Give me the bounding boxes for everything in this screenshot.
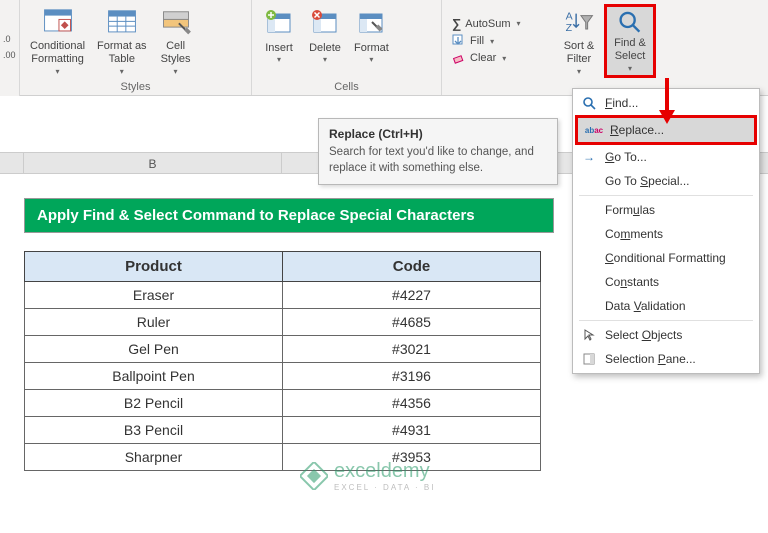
col-b-header[interactable]: B — [24, 153, 282, 173]
table-row[interactable]: Eraser#4227 — [25, 282, 541, 309]
editing-small-stack: ∑AutoSum▾ Fill▾ Clear▾ — [446, 13, 556, 68]
decrease-decimal-icon[interactable]: .00 — [3, 50, 16, 60]
increase-decimal-icon[interactable]: .0 — [3, 34, 11, 44]
cells-group-label: Cells — [256, 79, 437, 95]
clear-button[interactable]: Clear▾ — [450, 50, 552, 66]
cell-code[interactable]: #4685 — [283, 309, 541, 336]
table-row[interactable]: Ballpoint Pen#3196 — [25, 363, 541, 390]
replace-tooltip: Replace (Ctrl+H) Search for text you'd l… — [318, 118, 558, 185]
svg-text:A: A — [566, 10, 574, 22]
sheet-title-cell[interactable]: Apply Find & Select Command to Replace S… — [24, 198, 554, 233]
ribbon-group-editing: ∑AutoSum▾ Fill▾ Clear▾ AZ Sort &Filter▾ … — [442, 0, 768, 95]
table-row[interactable]: B3 Pencil#4931 — [25, 417, 541, 444]
format-as-table-icon — [105, 6, 139, 39]
sigma-icon: ∑ — [452, 16, 461, 31]
search-icon — [581, 95, 597, 111]
sort-filter-icon: AZ — [562, 6, 596, 39]
styles-group-label: Styles — [24, 79, 247, 95]
menu-formulas[interactable]: Formulas — [573, 198, 759, 222]
find-select-menu: Find... abac Replace... → Go To... Go To… — [572, 88, 760, 374]
menu-conditional-formatting[interactable]: Conditional Formatting — [573, 246, 759, 270]
sort-filter-button[interactable]: AZ Sort &Filter▾ — [556, 4, 602, 78]
menu-constants[interactable]: Constants — [573, 270, 759, 294]
cell-code[interactable]: #4356 — [283, 390, 541, 417]
table-row[interactable]: Sharpner#3953 — [25, 444, 541, 471]
menu-goto[interactable]: → Go To... — [573, 145, 759, 169]
cell-product[interactable]: Eraser — [25, 282, 283, 309]
delete-icon — [308, 6, 342, 40]
insert-icon — [262, 6, 296, 40]
ribbon-group-styles: ConditionalFormatting▾ Format asTable▾ C… — [20, 0, 252, 95]
menu-separator — [579, 320, 753, 321]
table-row[interactable]: Ruler#4685 — [25, 309, 541, 336]
red-arrow-annotation — [656, 78, 678, 126]
cell-code[interactable]: #3021 — [283, 336, 541, 363]
fill-button[interactable]: Fill▾ — [450, 33, 552, 49]
cell-product[interactable]: Ruler — [25, 309, 283, 336]
watermark-icon — [300, 462, 328, 490]
data-table: Product Code Eraser#4227Ruler#4685Gel Pe… — [24, 251, 541, 471]
menu-comments[interactable]: Comments — [573, 222, 759, 246]
autosum-button[interactable]: ∑AutoSum▾ — [450, 15, 552, 32]
insert-button[interactable]: Insert▾ — [256, 4, 302, 78]
cell-code[interactable]: #3196 — [283, 363, 541, 390]
cursor-icon — [581, 327, 597, 343]
replace-icon: abac — [586, 122, 602, 138]
cell-product[interactable]: Ballpoint Pen — [25, 363, 283, 390]
tooltip-title: Replace (Ctrl+H) — [329, 127, 547, 141]
cell-product[interactable]: Gel Pen — [25, 336, 283, 363]
menu-select-objects[interactable]: Select Objects — [573, 323, 759, 347]
find-select-button[interactable]: Find &Select▾ — [604, 4, 656, 78]
format-icon — [354, 6, 388, 40]
menu-separator — [579, 195, 753, 196]
cell-product[interactable]: Sharpner — [25, 444, 283, 471]
th-product[interactable]: Product — [25, 252, 283, 282]
format-as-table-button[interactable]: Format asTable▾ — [91, 4, 153, 78]
watermark: exceldemy EXCEL · DATA · BI — [300, 460, 435, 492]
cell-code[interactable]: #4227 — [283, 282, 541, 309]
menu-selection-pane[interactable]: Selection Pane... — [573, 347, 759, 371]
cell-code[interactable]: #4931 — [283, 417, 541, 444]
eraser-icon — [452, 51, 466, 65]
fill-icon — [452, 34, 466, 48]
goto-arrow-icon: → — [581, 149, 597, 165]
ribbon: ConditionalFormatting▾ Format asTable▾ C… — [0, 0, 768, 96]
number-format-stub: .0 .00 — [0, 0, 20, 96]
cell-styles-button[interactable]: CellStyles▾ — [153, 4, 199, 78]
ribbon-group-cells: Insert▾ Delete▾ Format▾ Cells — [252, 0, 442, 95]
menu-data-validation[interactable]: Data Validation — [573, 294, 759, 318]
magnifier-icon — [613, 9, 647, 36]
cell-styles-icon — [159, 6, 193, 39]
pane-icon — [581, 351, 597, 367]
delete-button[interactable]: Delete▾ — [302, 4, 348, 78]
th-code[interactable]: Code — [283, 252, 541, 282]
cell-product[interactable]: B3 Pencil — [25, 417, 283, 444]
menu-goto-special[interactable]: Go To Special... — [573, 169, 759, 193]
svg-text:Z: Z — [566, 21, 573, 33]
table-row[interactable]: Gel Pen#3021 — [25, 336, 541, 363]
table-row[interactable]: B2 Pencil#4356 — [25, 390, 541, 417]
cell-product[interactable]: B2 Pencil — [25, 390, 283, 417]
conditional-formatting-icon — [41, 6, 75, 39]
tooltip-body: Search for text you'd like to change, an… — [329, 145, 547, 176]
conditional-formatting-button[interactable]: ConditionalFormatting▾ — [24, 4, 91, 78]
format-button[interactable]: Format▾ — [348, 4, 395, 78]
